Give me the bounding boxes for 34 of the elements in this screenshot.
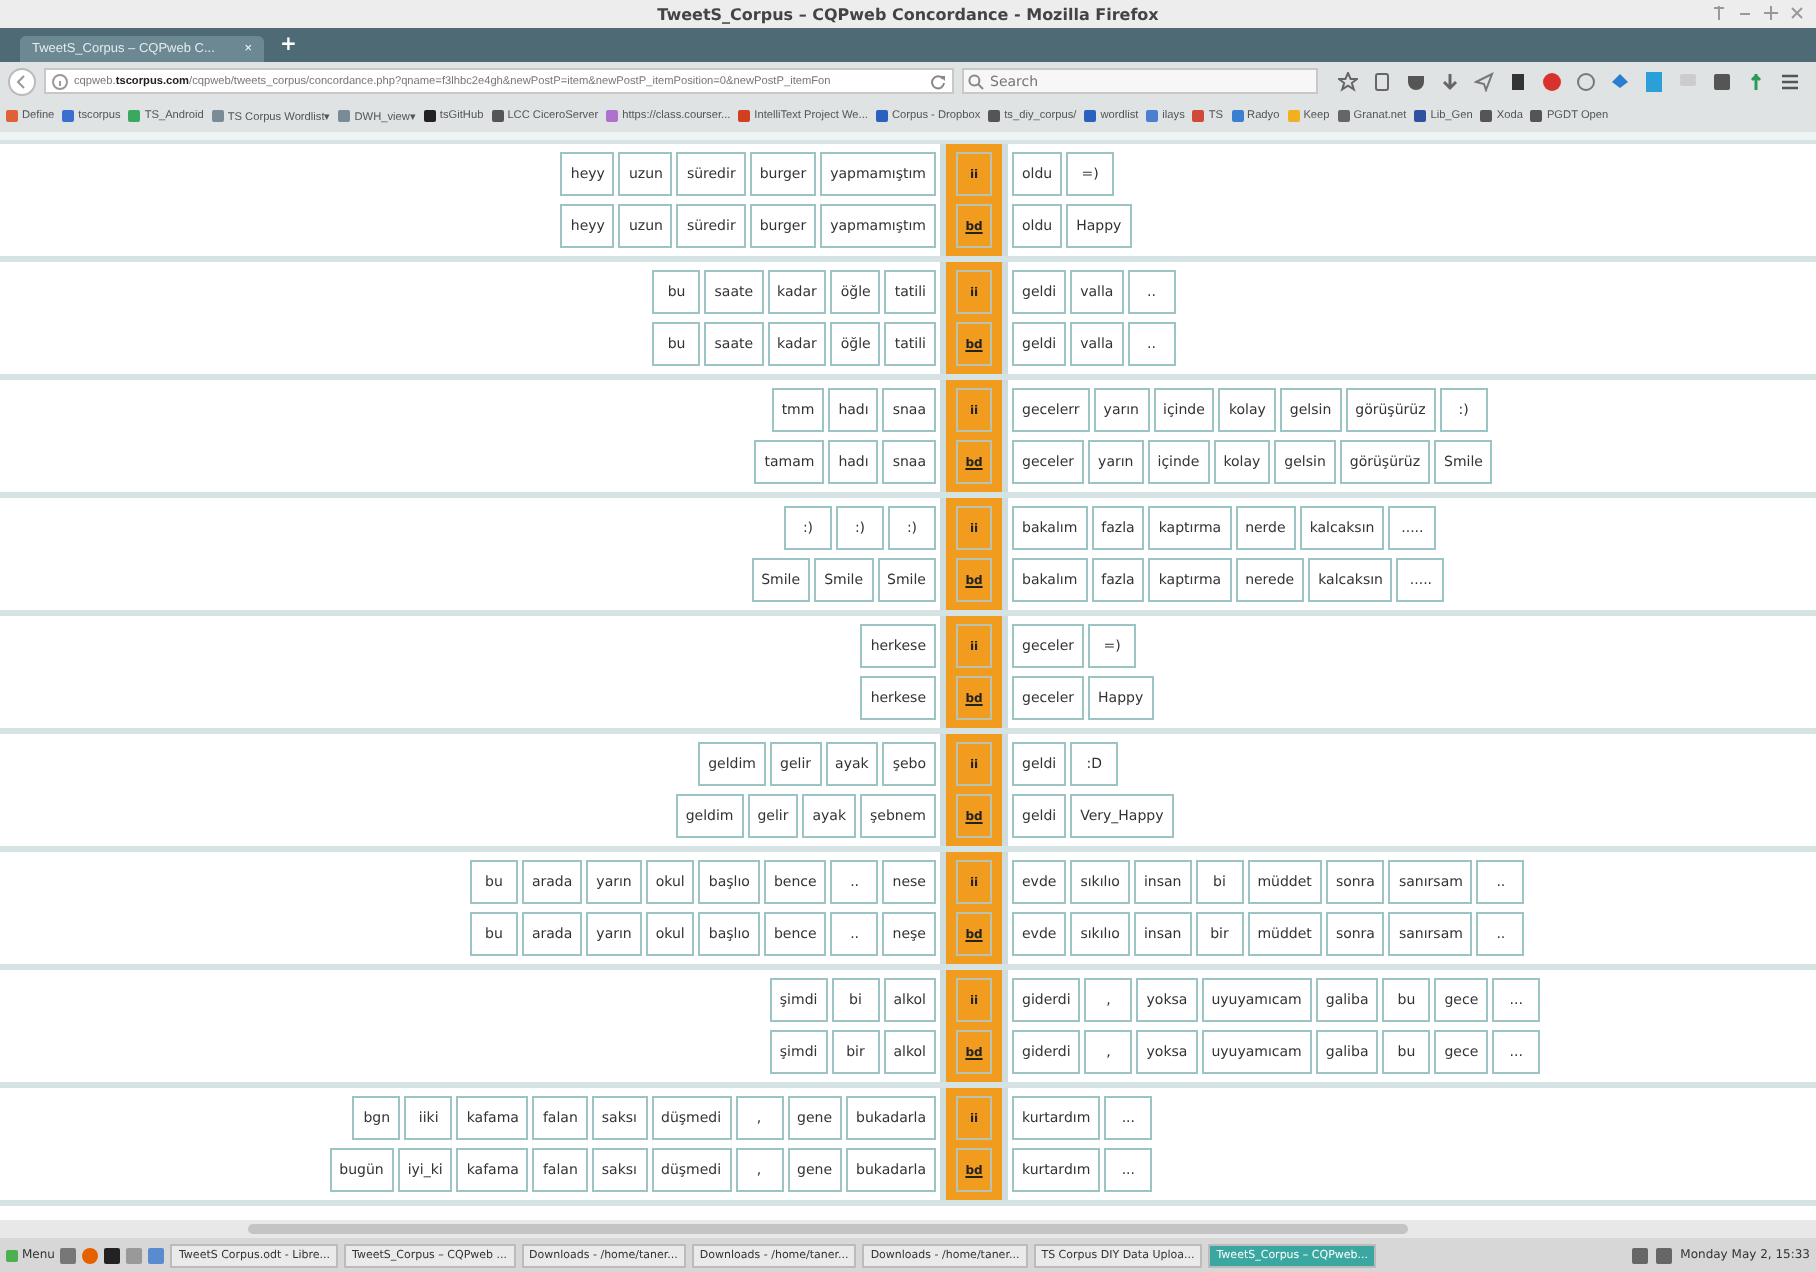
favicon-icon — [1530, 110, 1543, 122]
window-title: TweetS_Corpus – CQPweb Concordance - Mozilla Firefox — [657, 5, 1159, 23]
favicon-icon — [338, 110, 351, 122]
reload-icon[interactable] — [930, 73, 946, 89]
search-icon — [968, 73, 984, 89]
pin-icon[interactable] — [1712, 6, 1726, 20]
favicon-icon — [606, 110, 619, 122]
favicon-icon — [1480, 110, 1493, 122]
star-icon[interactable] — [1338, 71, 1358, 91]
menu-icon[interactable] — [1780, 71, 1800, 91]
favicon-icon — [1192, 110, 1205, 122]
favicon-icon — [738, 110, 751, 122]
favicon-icon — [875, 110, 888, 122]
favicon-icon — [128, 110, 141, 122]
send-icon[interactable] — [1474, 71, 1494, 91]
favicon-icon — [1084, 110, 1097, 122]
favicon-icon — [1337, 110, 1350, 122]
favicon-icon — [211, 110, 224, 122]
favicon-icon — [423, 110, 436, 122]
favicon-icon — [62, 110, 75, 122]
info-icon — [52, 73, 68, 89]
favicon-icon — [1287, 110, 1300, 122]
horizontal-scrollbar[interactable] — [0, 1220, 1816, 1238]
favicon-icon — [6, 110, 18, 122]
favicon-icon — [1414, 110, 1427, 122]
favicon-icon — [1231, 110, 1244, 122]
maximize-icon[interactable] — [1764, 6, 1778, 20]
favicon-icon — [1146, 110, 1159, 122]
favicon-icon — [491, 110, 504, 122]
down-icon[interactable] — [1440, 71, 1460, 91]
back-icon[interactable] — [8, 67, 36, 95]
favicon-icon — [988, 110, 1001, 122]
close-icon[interactable] — [1790, 6, 1804, 20]
new-tab-button[interactable]: + — [280, 34, 297, 62]
